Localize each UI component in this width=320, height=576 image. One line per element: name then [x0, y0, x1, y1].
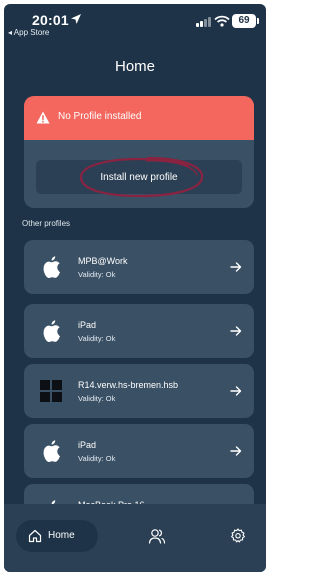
no-profile-card: No Profile installed Install new profile — [24, 96, 254, 208]
status-bar: 20:01 ◂ App Store 69 — [4, 4, 266, 40]
profile-name: R14.verw.hs-bremen.hsb — [78, 380, 179, 390]
arrow-right-icon — [230, 326, 242, 336]
warning-banner: No Profile installed — [24, 96, 254, 140]
profile-validity: Validity: Ok — [78, 394, 116, 403]
app-screen: 20:01 ◂ App Store 69 Home No Profile ins… — [4, 4, 266, 572]
warning-message: No Profile installed — [58, 111, 142, 122]
windows-icon — [40, 380, 62, 402]
profile-name: iPad — [78, 440, 97, 450]
profile-item[interactable]: MPB@Work Validity: Ok — [24, 240, 254, 294]
bottom-nav: Home — [4, 504, 266, 572]
location-arrow-icon — [71, 14, 81, 24]
apple-icon — [43, 320, 60, 342]
profile-validity: Validity: Ok — [78, 334, 116, 343]
apple-icon — [43, 440, 60, 462]
profile-item[interactable]: R14.verw.hs-bremen.hsb Validity: Ok — [24, 364, 254, 418]
other-profiles-heading: Other profiles — [22, 219, 71, 228]
nav-home-label: Home — [48, 530, 75, 541]
profile-name: iPad — [78, 320, 97, 330]
home-icon — [28, 529, 42, 543]
install-new-profile-button[interactable]: Install new profile — [36, 160, 242, 194]
users-icon[interactable] — [148, 528, 166, 544]
profile-validity: Validity: Ok — [78, 270, 116, 279]
profile-validity: Validity: Ok — [78, 454, 116, 463]
apple-icon — [43, 256, 60, 278]
arrow-right-icon — [230, 386, 242, 396]
arrow-right-icon — [230, 262, 242, 272]
page-title: Home — [114, 58, 155, 75]
profile-name: MPB@Work — [78, 256, 128, 266]
profile-item[interactable]: iPad Validity: Ok — [24, 304, 254, 358]
battery-indicator: 69 — [232, 14, 259, 28]
warning-icon — [36, 111, 50, 124]
cellular-signal-icon — [196, 17, 212, 27]
back-to-app-store-link[interactable]: ◂ App Store — [8, 28, 49, 37]
nav-home-tab[interactable]: Home — [16, 520, 98, 552]
status-time: 20:01 — [32, 12, 69, 28]
wifi-icon — [214, 15, 230, 27]
arrow-right-icon — [230, 446, 242, 456]
profile-item[interactable]: iPad Validity: Ok — [24, 424, 254, 478]
gear-icon[interactable] — [230, 528, 246, 544]
